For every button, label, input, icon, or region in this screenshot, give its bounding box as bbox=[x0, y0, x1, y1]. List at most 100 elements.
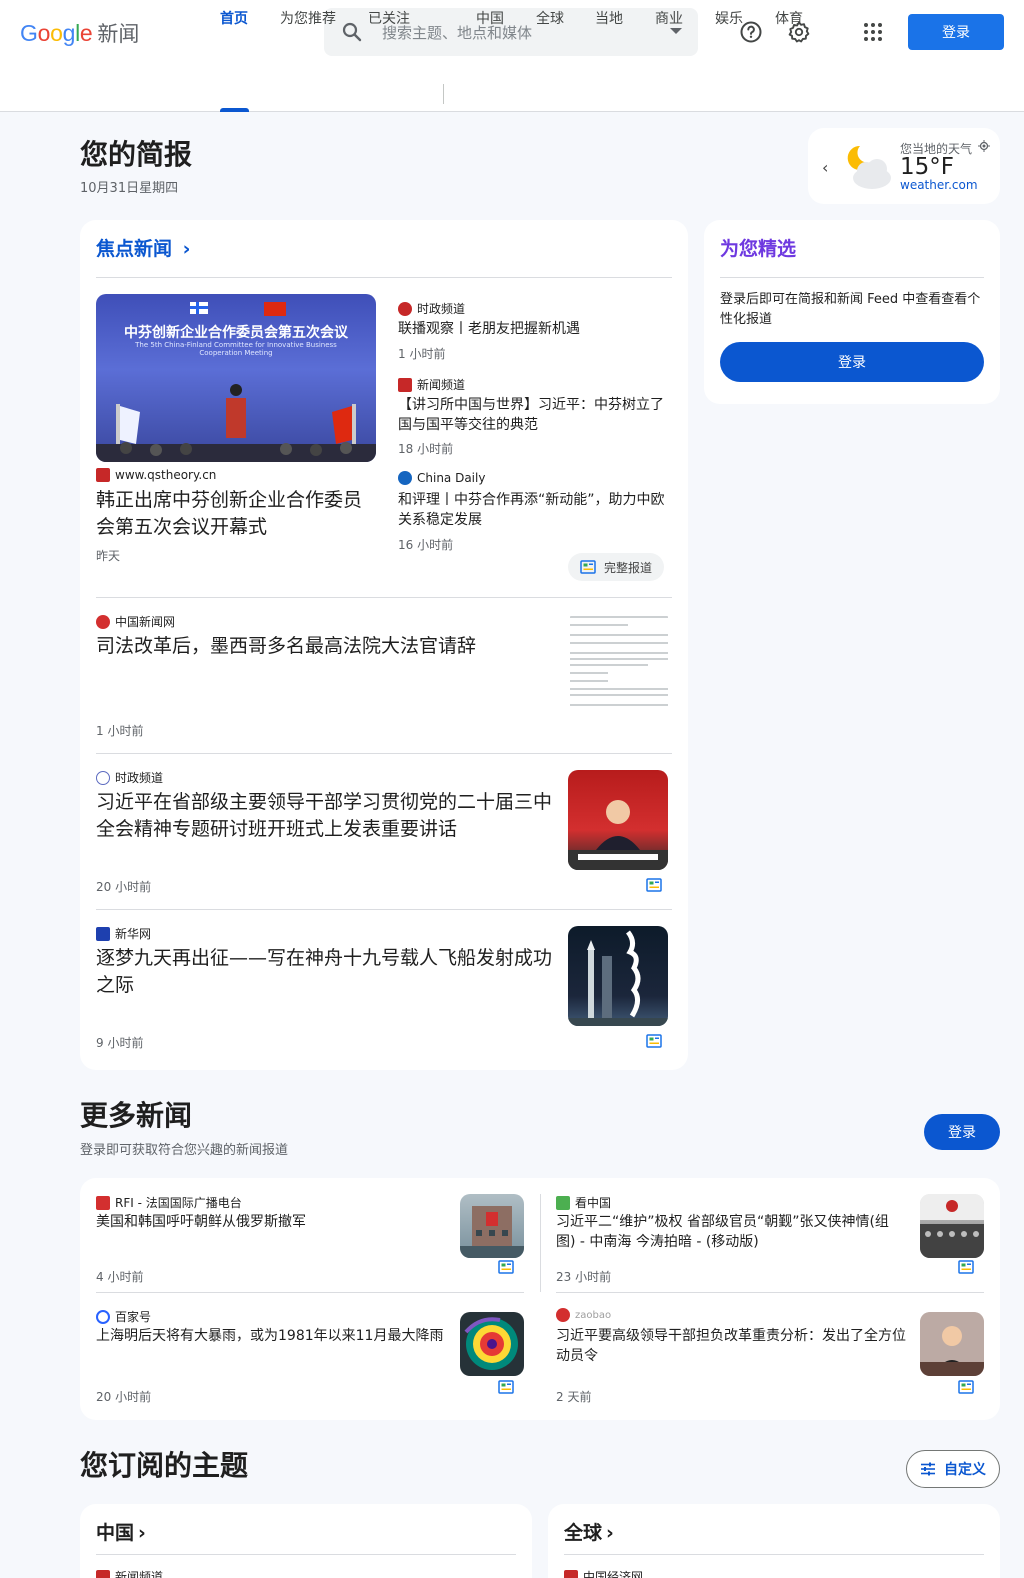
top-stories-card: 焦点新闻 › 中芬创新企业合作委员会第五次会议 The 5th China-Fi… bbox=[80, 220, 688, 1070]
related-source[interactable]: China Daily bbox=[398, 471, 485, 485]
logo-product-name: 新闻 bbox=[97, 22, 140, 46]
news-source[interactable]: zaobao bbox=[556, 1308, 611, 1322]
divider bbox=[96, 1292, 524, 1293]
topic-title-link[interactable]: 中国 › bbox=[96, 1518, 146, 1545]
lead-image-title: 中芬创新企业合作委员会第五次会议 bbox=[124, 325, 348, 341]
topic-first-source[interactable]: 中国经济网 bbox=[564, 1568, 643, 1578]
source-name: 中国经济网 bbox=[583, 1570, 644, 1578]
header-signin-button[interactable]: 登录 bbox=[908, 14, 1004, 50]
source-logo-icon bbox=[96, 468, 110, 482]
picks-title: 为您精选 bbox=[720, 238, 797, 260]
customize-label: 自定义 bbox=[944, 1462, 986, 1478]
story-source[interactable]: 中国新闻网 bbox=[96, 613, 175, 630]
lead-story-source[interactable]: www.qstheory.cn bbox=[96, 468, 216, 482]
tab-business[interactable]: 商业 bbox=[655, 8, 683, 28]
divider bbox=[96, 753, 672, 754]
logo-wordmark: Google bbox=[20, 19, 93, 46]
topic-card-world: 全球 › 中国经济网 bbox=[548, 1504, 1000, 1578]
full-coverage-icon[interactable] bbox=[646, 878, 662, 892]
news-headline[interactable]: 上海明后天将有大暴雨，或为1981年以来11月最大降雨 bbox=[96, 1327, 446, 1347]
news-typhoon-thumbnail[interactable] bbox=[460, 1312, 524, 1376]
news-headline[interactable]: 美国和韩国呼吁朝鲜从俄罗斯撤军 bbox=[96, 1213, 446, 1233]
full-coverage-icon[interactable] bbox=[498, 1380, 514, 1394]
source-name: 看中国 bbox=[575, 1196, 612, 1210]
search-options-dropdown-icon[interactable] bbox=[670, 28, 682, 34]
weather-source-link[interactable]: weather.com bbox=[900, 178, 978, 192]
full-coverage-icon[interactable] bbox=[958, 1260, 974, 1274]
news-meeting-thumbnail[interactable] bbox=[920, 1194, 984, 1258]
news-source[interactable]: RFI - 法国国际广播电台 bbox=[96, 1194, 242, 1211]
story-rocket-thumbnail[interactable] bbox=[568, 926, 668, 1026]
topic-title-link[interactable]: 全球 › bbox=[564, 1518, 614, 1545]
source-name: www.qstheory.cn bbox=[115, 468, 217, 482]
tab-for-you[interactable]: 为您推荐 bbox=[280, 8, 336, 28]
story-document-thumbnail[interactable] bbox=[568, 613, 670, 713]
lead-story-headline[interactable]: 韩正出席中芬创新企业合作委员会第五次会议开幕式 bbox=[96, 487, 378, 540]
customize-button[interactable]: 自定义 bbox=[906, 1450, 1000, 1488]
full-coverage-icon[interactable] bbox=[958, 1380, 974, 1394]
related-source[interactable]: 时政频道 bbox=[398, 300, 465, 317]
tab-following[interactable]: 已关注 bbox=[368, 8, 410, 28]
story-headline[interactable]: 司法改革后，墨西哥多名最高法院大法官请辞 bbox=[96, 633, 554, 660]
topic-first-source[interactable]: 新闻频道 bbox=[96, 1568, 163, 1578]
news-portrait-thumbnail[interactable] bbox=[920, 1312, 984, 1376]
top-stories-title: 焦点新闻 bbox=[96, 238, 173, 260]
full-coverage-icon[interactable] bbox=[646, 1034, 662, 1048]
full-coverage-icon[interactable] bbox=[498, 1260, 514, 1274]
related-headline[interactable]: 联播观察丨老朋友把握新机遇 bbox=[398, 320, 670, 340]
google-news-logo[interactable]: Google 新闻 bbox=[20, 18, 139, 48]
topic-title: 中国 bbox=[96, 1522, 135, 1544]
story-headline[interactable]: 习近平在省部级主要领导干部学习贯彻党的二十届三中全会精神专题研讨班开班式上发表重… bbox=[96, 789, 556, 842]
partly-cloudy-night-icon bbox=[847, 145, 891, 189]
story-source[interactable]: 时政频道 bbox=[96, 769, 163, 786]
story-photo-thumbnail[interactable] bbox=[568, 770, 668, 870]
more-news-title: 更多新闻 bbox=[80, 1099, 193, 1132]
source-name: 中国新闻网 bbox=[115, 615, 176, 629]
related-headline[interactable]: 和评理丨中芬合作再添“新动能”，助力中欧关系稳定发展 bbox=[398, 491, 670, 530]
source-name: 新闻频道 bbox=[115, 1570, 164, 1578]
topic-card-china: 中国 › 新闻频道 bbox=[80, 1504, 532, 1578]
tab-local[interactable]: 当地 bbox=[595, 8, 623, 28]
lead-story-image[interactable]: 中芬创新企业合作委员会第五次会议 The 5th China-Finland C… bbox=[96, 294, 376, 462]
full-coverage-label: 完整报道 bbox=[604, 560, 653, 575]
weather-widget[interactable]: ‹ 您当地的天气 15°F weather.com bbox=[808, 128, 1000, 204]
top-stories-link[interactable]: 焦点新闻 › bbox=[96, 234, 190, 261]
picks-signin-button[interactable]: 登录 bbox=[720, 342, 984, 382]
tab-world[interactable]: 全球 bbox=[536, 8, 564, 28]
more-news-signin-button[interactable]: 登录 bbox=[924, 1114, 1000, 1150]
full-coverage-button[interactable]: 完整报道 bbox=[568, 553, 665, 581]
story-headline[interactable]: 逐梦九天再出征——写在神舟十九号载人飞船发射成功之际 bbox=[96, 945, 556, 998]
topics-title: 您订阅的主题 bbox=[80, 1449, 249, 1482]
source-name: RFI - 法国国际广播电台 bbox=[115, 1196, 242, 1210]
source-name: zaobao bbox=[575, 1309, 612, 1321]
source-logo-icon bbox=[96, 770, 110, 785]
story-time: 9 小时前 bbox=[96, 1036, 144, 1050]
tab-entertainment[interactable]: 娱乐 bbox=[715, 8, 743, 28]
search-icon[interactable] bbox=[340, 20, 364, 44]
source-logo-icon bbox=[96, 1195, 110, 1210]
tab-home[interactable]: 首页 bbox=[220, 8, 248, 28]
news-time: 4 小时前 bbox=[96, 1270, 144, 1284]
divider bbox=[96, 1554, 516, 1555]
speaker-portrait-photo bbox=[920, 1312, 984, 1376]
news-building-thumbnail[interactable] bbox=[460, 1194, 524, 1258]
related-source[interactable]: 新闻频道 bbox=[398, 376, 465, 393]
google-apps-grid-icon[interactable] bbox=[860, 19, 886, 45]
typhoon-radar-image bbox=[464, 1317, 518, 1370]
topic-title: 全球 bbox=[564, 1522, 603, 1544]
divider bbox=[720, 277, 984, 278]
building-photo bbox=[460, 1206, 524, 1258]
column-divider bbox=[540, 1194, 541, 1292]
story-source[interactable]: 新华网 bbox=[96, 925, 151, 942]
chevron-left-icon[interactable]: ‹ bbox=[822, 158, 828, 177]
tab-china[interactable]: 中国 bbox=[476, 8, 504, 28]
news-source[interactable]: 看中国 bbox=[556, 1194, 611, 1211]
news-source[interactable]: 百家号 bbox=[96, 1308, 151, 1325]
news-headline[interactable]: 习近平要高级领导干部担负改革重责分析：发出了全方位动员令 bbox=[556, 1327, 906, 1366]
divider bbox=[564, 1554, 984, 1555]
news-headline[interactable]: 习近平二“维护”极权 省部级官员“朝觐”张又侠神情(组图) - 中南海 今涛拍暗… bbox=[556, 1213, 906, 1252]
source-logo-icon bbox=[556, 1308, 570, 1322]
related-headline[interactable]: 【讲习所中国与世界】习近平：中芬树立了国与国平等交往的典范 bbox=[398, 396, 670, 435]
speaker-photo bbox=[568, 800, 668, 870]
tab-sports[interactable]: 体育 bbox=[775, 8, 803, 28]
